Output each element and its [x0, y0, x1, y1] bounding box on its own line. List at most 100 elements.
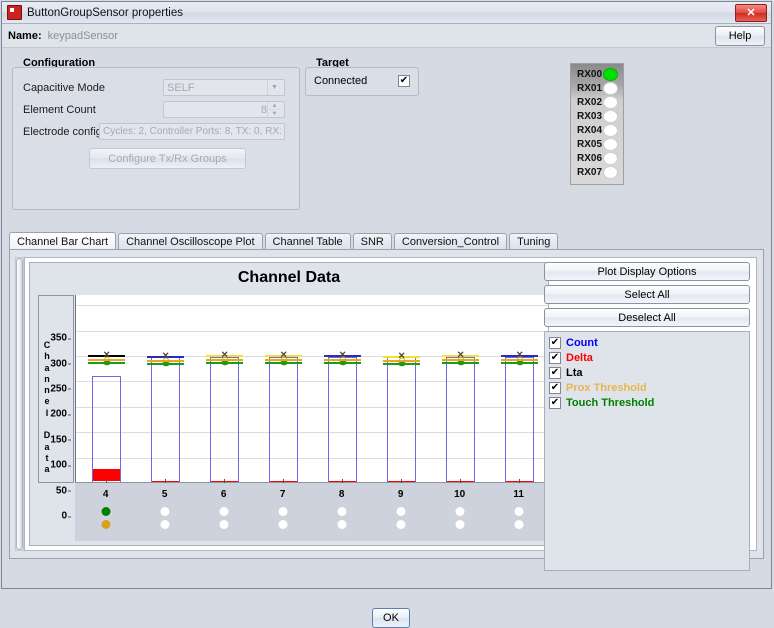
- tab-snr[interactable]: SNR: [352, 233, 392, 250]
- capacitive-mode-select[interactable]: SELF ▼: [163, 79, 285, 96]
- legend-item-touch-threshold[interactable]: ✔ Touch Threshold: [549, 395, 747, 410]
- plot-display-options-button[interactable]: Plot Display Options: [544, 262, 750, 281]
- chart-vertical-scrollbar[interactable]: [15, 257, 24, 551]
- touch-threshold-marker: [281, 361, 287, 366]
- electrode-config-select[interactable]: Cycles: 2, Controller Ports: 8, TX: 0, R…: [99, 123, 285, 140]
- x-axis-band: 4 5 6 7 8 9 10 11: [75, 479, 548, 541]
- configure-txrx-groups-button[interactable]: Configure Tx/Rx Groups: [89, 148, 246, 169]
- rx-row[interactable]: RX02: [571, 95, 623, 109]
- rx-row[interactable]: RX00: [571, 67, 623, 81]
- touch-threshold-marker: [517, 361, 523, 366]
- channel-bar-chart: Channel Data Channel Data 0 50 100 150 200 25…: [29, 262, 549, 546]
- legend-item-count[interactable]: ✔ Count: [549, 335, 747, 350]
- rx-row[interactable]: RX03: [571, 109, 623, 123]
- rx-label: RX01: [577, 82, 603, 94]
- ok-button[interactable]: OK: [372, 608, 410, 628]
- target-communications-box: Connected ✔: [305, 67, 419, 96]
- chart-title: Channel Data: [237, 269, 341, 286]
- plot-controls: Plot Display Options Select All Deselect…: [544, 262, 750, 571]
- touch-status-dot: [455, 507, 465, 516]
- legend-checkbox[interactable]: ✔: [549, 336, 561, 349]
- plot-area: ✕ ✕ ✕ ✕ ✕ ✕ ✕ ✕: [75, 295, 548, 483]
- rx-row[interactable]: RX07: [571, 165, 623, 179]
- rx-led-icon: [603, 95, 619, 109]
- legend-checkbox[interactable]: ✔: [549, 351, 561, 364]
- rx-led-icon: [603, 151, 619, 165]
- spinner-arrows-icon[interactable]: ▲ ▼: [267, 102, 281, 117]
- prox-status-dot: [337, 520, 347, 529]
- help-button[interactable]: Help: [715, 25, 765, 46]
- tab-conversion-control[interactable]: Conversion_Control: [393, 233, 508, 250]
- x-axis-tick-label: 6: [220, 489, 227, 500]
- rx-label: RX06: [577, 152, 603, 164]
- touch-threshold-marker: [222, 361, 228, 366]
- prox-status-dot: [278, 520, 288, 529]
- y-axis-label-box: Channel Data 0 50 100 150 200 250 300 350: [38, 295, 74, 522]
- touch-status-dot: [101, 507, 111, 516]
- touch-threshold-marker: [163, 361, 169, 366]
- electrode-config-row: Electrode config Cycles: 2, Controller P…: [23, 123, 285, 140]
- legend-label: Count: [566, 336, 598, 349]
- y-axis-tick-label: 250: [50, 383, 71, 395]
- rx-led-icon: [603, 165, 619, 179]
- capacitive-mode-label: Capacitive Mode: [23, 81, 105, 94]
- y-axis-tick-label: 50: [55, 485, 72, 497]
- tab-panel-channel-bar-chart: Channel Data Channel Data 0 50 100 150 200 25…: [9, 249, 764, 571]
- name-row: Name: keypadSensor Help: [2, 24, 771, 48]
- legend-checkbox[interactable]: ✔: [549, 396, 561, 409]
- x-axis-tick: [164, 479, 166, 483]
- x-axis-tick-label: 4: [102, 489, 109, 500]
- tab-channel-oscilloscope-plot[interactable]: Channel Oscilloscope Plot: [118, 233, 263, 250]
- gridline: [76, 457, 548, 459]
- x-axis-tick-label: 11: [513, 489, 524, 500]
- legend-item-lta[interactable]: ✔ Lta: [549, 365, 747, 380]
- electrode-config-value: Cycles: 2, Controller Ports: 8, TX: 0, R…: [103, 126, 285, 137]
- prox-status-dot: [160, 520, 170, 529]
- rx-row[interactable]: RX06: [571, 151, 623, 165]
- legend-item-delta[interactable]: ✔ Delta: [549, 350, 747, 365]
- count-bar: [327, 356, 358, 483]
- tab-strip: Channel Bar Chart Channel Oscilloscope P…: [9, 232, 764, 250]
- x-axis-tick: [341, 479, 343, 483]
- y-axis-tick-label: 0: [61, 510, 71, 522]
- y-axis-ticks: 0 50 100 150 200 250 300 350: [50, 296, 72, 522]
- x-axis-tick-label: 8: [338, 489, 345, 500]
- count-bar: [386, 357, 417, 483]
- legend-item-prox-threshold[interactable]: ✔ Prox Threshold: [549, 380, 747, 395]
- legend-checkbox[interactable]: ✔: [549, 381, 561, 394]
- configuration-group-box: Capacitive Mode SELF ▼ Element Count 8 ▲…: [12, 67, 300, 210]
- connected-row: Connected ✔: [314, 75, 410, 87]
- touch-status-dot: [160, 507, 170, 516]
- rx-row[interactable]: RX04: [571, 123, 623, 137]
- connected-checkbox[interactable]: ✔: [398, 75, 410, 87]
- electrode-config-label: Electrode config: [23, 125, 102, 138]
- rx-row[interactable]: RX01: [571, 81, 623, 95]
- properties-window: ButtonGroupSensor properties ✕ Name: key…: [1, 1, 772, 628]
- target-communications-group: Target Communications Connected ✔: [305, 57, 419, 96]
- tab-tuning[interactable]: Tuning: [509, 233, 559, 250]
- y-axis-tick-label: 300: [50, 358, 71, 370]
- configuration-group: Configuration Capacitive Mode SELF ▼ Ele…: [12, 57, 300, 210]
- count-bar: [209, 356, 240, 483]
- select-all-button[interactable]: Select All: [544, 285, 750, 304]
- deselect-all-button[interactable]: Deselect All: [544, 308, 750, 327]
- y-axis-tick-label: 150: [50, 434, 71, 446]
- x-axis-tick-label: 5: [161, 489, 168, 500]
- scrollbar-thumb[interactable]: [16, 258, 23, 550]
- legend-label: Touch Threshold: [566, 396, 655, 409]
- rx-row[interactable]: RX05: [571, 137, 623, 151]
- legend-checkbox[interactable]: ✔: [549, 366, 561, 379]
- close-icon[interactable]: ✕: [735, 3, 767, 22]
- x-axis-tick: [282, 479, 284, 483]
- tab-channel-table[interactable]: Channel Table: [264, 233, 351, 250]
- count-bar: [445, 356, 476, 483]
- tab-channel-bar-chart[interactable]: Channel Bar Chart: [9, 232, 117, 250]
- name-label: Name:: [8, 29, 42, 42]
- element-count-label: Element Count: [23, 103, 96, 116]
- element-count-stepper[interactable]: 8 ▲ ▼: [163, 101, 285, 118]
- touch-status-dot: [396, 507, 406, 516]
- count-bar: [150, 357, 181, 483]
- prox-status-dot: [219, 520, 229, 529]
- x-axis-tick: [105, 479, 107, 483]
- element-count-row: Element Count 8 ▲ ▼: [23, 101, 285, 118]
